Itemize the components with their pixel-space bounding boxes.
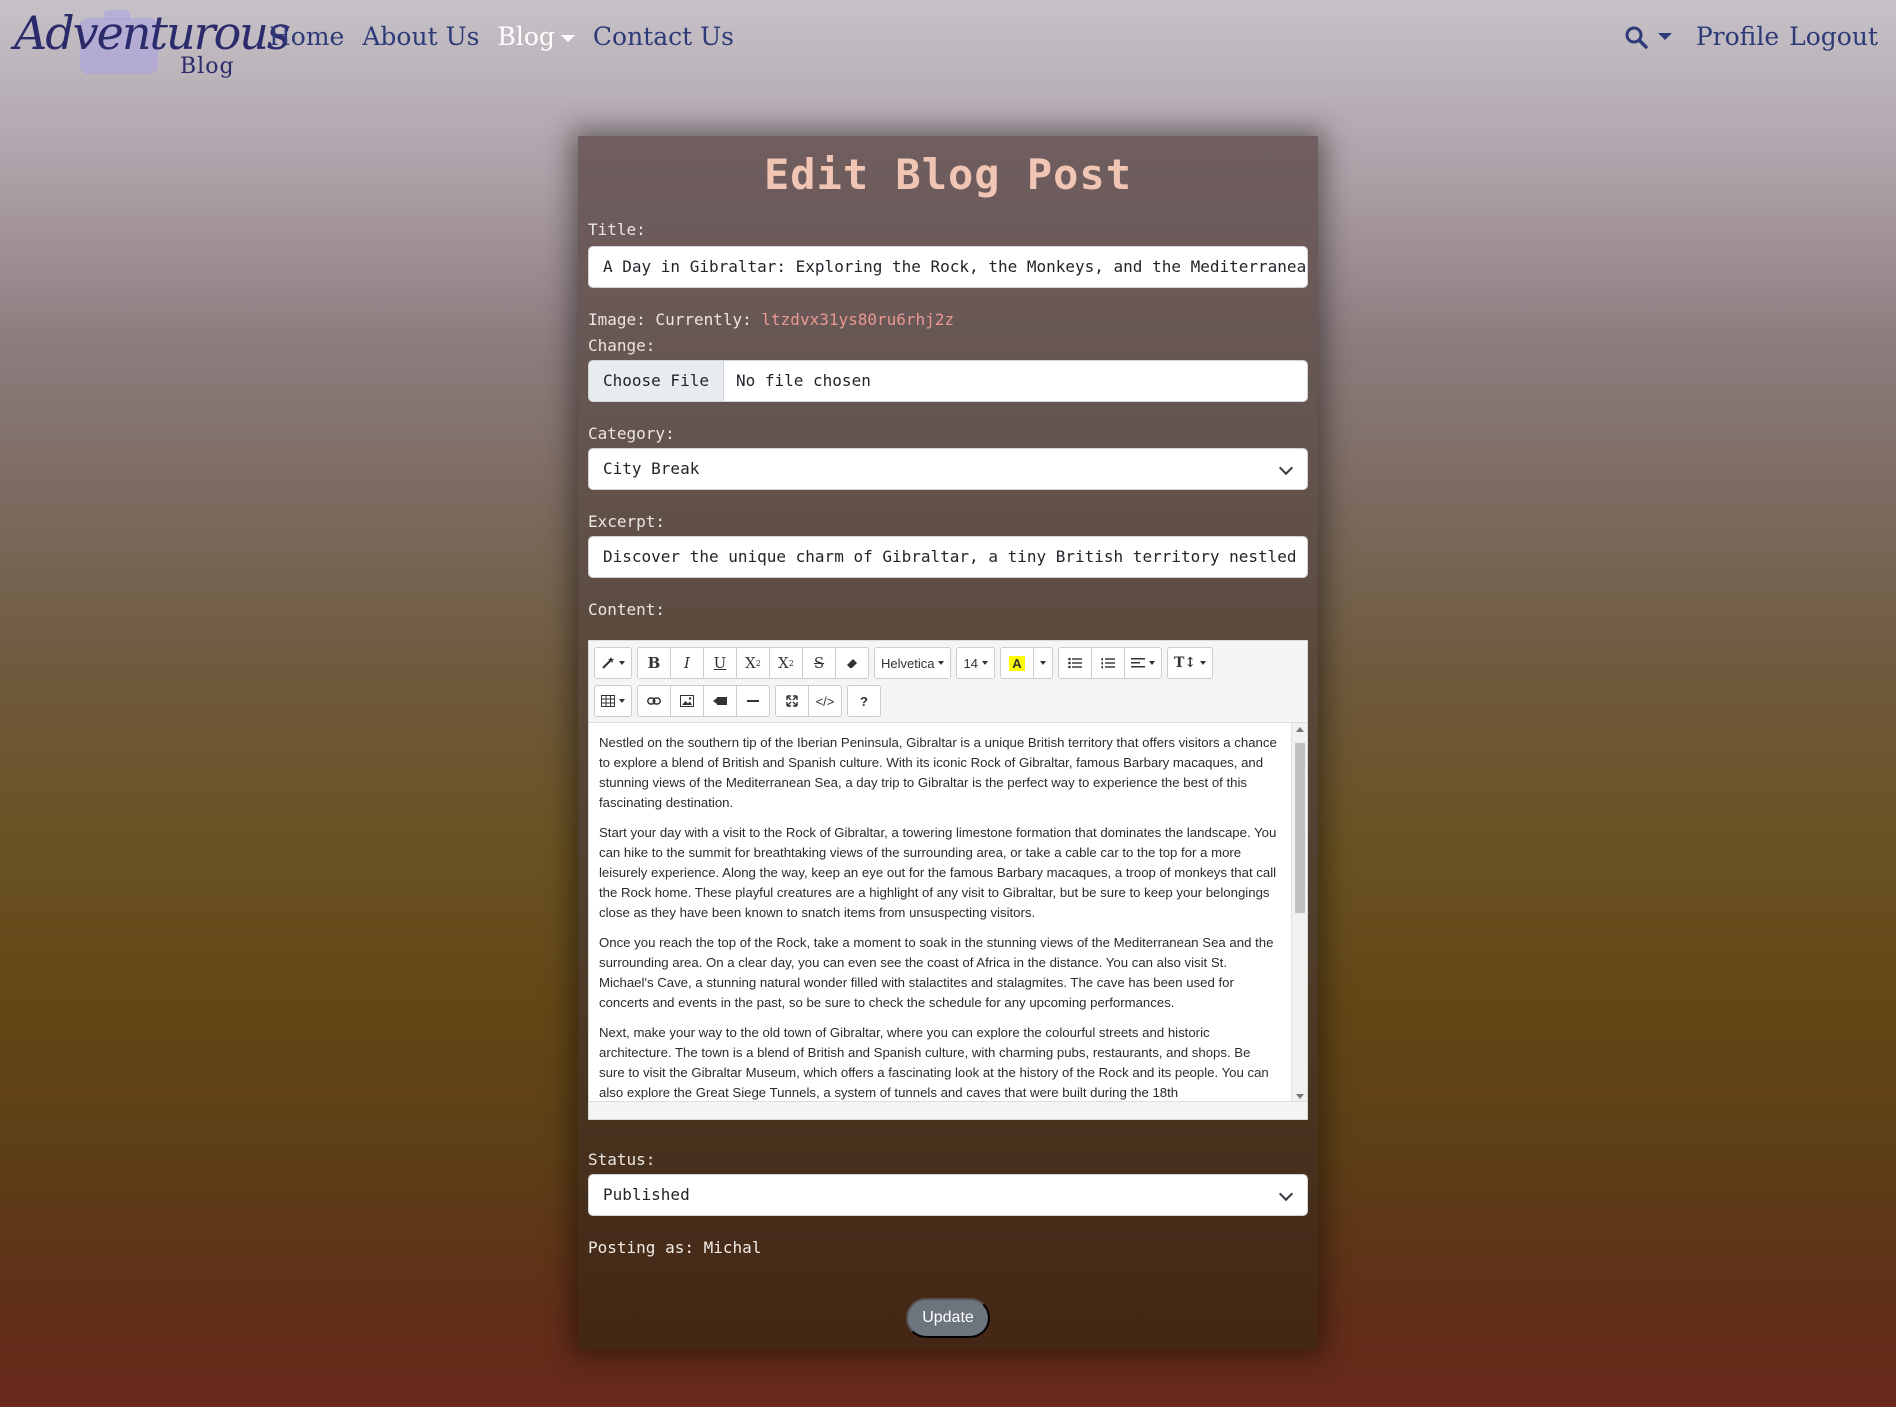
chevron-down-icon — [1278, 1186, 1294, 1202]
image-current-row: Image: Currently: ltzdvx31ys80ru6rhj2z — [588, 310, 954, 329]
nav-right: Profile Logout — [1624, 22, 1878, 51]
chevron-down-icon — [560, 35, 575, 42]
nav-blog-dropdown[interactable]: Blog — [488, 22, 583, 51]
editor-resize-handle[interactable] — [589, 1101, 1307, 1119]
brand-sub: Blog — [180, 54, 235, 79]
code-icon: </> — [815, 693, 835, 709]
video-button[interactable] — [703, 685, 737, 717]
excerpt-input[interactable]: Discover the unique charm of Gibraltar, … — [588, 536, 1308, 578]
nav-home[interactable]: Home — [260, 22, 353, 51]
video-icon — [713, 697, 727, 705]
nav-blog-label: Blog — [497, 22, 555, 51]
excerpt-label: Excerpt: — [588, 512, 666, 531]
text-height-icon: T↕ — [1173, 655, 1197, 671]
eraser-icon — [847, 659, 857, 668]
italic-button[interactable]: I — [670, 647, 704, 679]
scroll-up-icon[interactable] — [1296, 727, 1304, 732]
nav-contact[interactable]: Contact Us — [584, 22, 743, 51]
fullscreen-button[interactable] — [775, 685, 809, 717]
nav-logout[interactable]: Logout — [1779, 22, 1878, 51]
table-dropdown[interactable] — [594, 685, 632, 717]
line-height-dropdown[interactable]: T↕ — [1166, 647, 1214, 679]
editor-scrollbar[interactable] — [1291, 723, 1307, 1103]
page-title: Edit Blog Post — [763, 150, 1132, 199]
scroll-thumb[interactable] — [1295, 743, 1305, 913]
content-label: Content: — [588, 600, 666, 619]
minus-icon — [747, 700, 759, 702]
content-paragraph: Nestled on the southern tip of the Iberi… — [599, 735, 1277, 810]
expand-icon — [786, 695, 798, 707]
bullet-list-icon — [1068, 657, 1082, 669]
highlight-a-icon: A — [1009, 655, 1025, 671]
font-name-dropdown[interactable]: Helvetica — [874, 647, 952, 679]
category-label: Category: — [588, 424, 675, 443]
font-size-value: 14 — [963, 655, 978, 671]
paragraph-align-dropdown[interactable] — [1123, 647, 1162, 679]
change-label: Change: — [588, 336, 656, 355]
help-icon: ? — [860, 693, 868, 709]
help-button[interactable]: ? — [847, 685, 881, 717]
font-name-value: Helvetica — [881, 655, 935, 671]
search-dropdown[interactable] — [1624, 25, 1672, 49]
image-current-link[interactable]: ltzdvx31ys80ru6rhj2z — [761, 310, 954, 329]
chevron-down-icon — [1278, 460, 1294, 476]
horizontal-rule-button[interactable] — [736, 685, 770, 717]
category-value: City Break — [603, 459, 700, 478]
underline-button[interactable]: U — [703, 647, 737, 679]
nav-about[interactable]: About Us — [353, 22, 488, 51]
image-icon — [680, 695, 694, 707]
navbar: Adventurous Blog Home About Us Blog Cont… — [0, 0, 1896, 90]
code-view-button[interactable]: </> — [808, 685, 842, 717]
font-size-dropdown[interactable]: 14 — [956, 647, 995, 679]
color-dropdown-button[interactable] — [1032, 647, 1053, 679]
posting-as: Posting as: Michal — [588, 1238, 762, 1257]
align-left-icon — [1130, 658, 1145, 668]
rich-text-editor: B I U X2 X2 S Helvetica 14 A T↕ </> ? Ne… — [588, 640, 1308, 1120]
brand-name: Adventurous — [14, 6, 291, 60]
highlight-color-button[interactable]: A — [999, 647, 1034, 679]
title-input[interactable]: A Day in Gibraltar: Exploring the Rock, … — [588, 246, 1308, 288]
unordered-list-button[interactable] — [1057, 647, 1092, 679]
image-label: Image: Currently: — [588, 310, 752, 329]
magic-wand-icon — [602, 657, 614, 669]
brand-logo[interactable]: Adventurous Blog — [14, 4, 291, 80]
strikethrough-button[interactable]: S — [802, 647, 836, 679]
bold-button[interactable]: B — [637, 647, 671, 679]
link-button[interactable] — [637, 685, 671, 717]
status-label: Status: — [588, 1150, 656, 1169]
update-button[interactable]: Update — [906, 1298, 990, 1338]
content-paragraph: Next, make your way to the old town of G… — [599, 1025, 1269, 1100]
file-status: No file chosen — [735, 371, 871, 390]
subscript-button[interactable]: X2 — [769, 647, 803, 679]
table-icon — [601, 695, 615, 707]
status-select[interactable]: Published — [588, 1174, 1308, 1216]
chevron-down-icon — [1657, 33, 1672, 40]
content-paragraph: Start your day with a visit to the Rock … — [599, 825, 1277, 920]
editor-content[interactable]: Nestled on the southern tip of the Iberi… — [589, 723, 1289, 1103]
style-magic-button[interactable] — [594, 647, 632, 679]
scroll-down-icon[interactable] — [1296, 1094, 1304, 1099]
category-select[interactable]: City Break — [588, 448, 1308, 490]
content-paragraph: Once you reach the top of the Rock, take… — [599, 935, 1274, 1010]
link-icon — [647, 697, 661, 705]
title-label: Title: — [588, 220, 646, 239]
editor-toolbar: B I U X2 X2 S Helvetica 14 A T↕ </> ? — [589, 641, 1307, 723]
file-input[interactable]: Choose File No file chosen — [588, 360, 1308, 402]
status-value: Published — [603, 1185, 690, 1204]
numbered-list-icon — [1101, 658, 1115, 669]
nav-links: Home About Us Blog Contact Us — [260, 22, 743, 51]
choose-file-button[interactable]: Choose File — [589, 361, 724, 401]
picture-button[interactable] — [670, 685, 704, 717]
search-icon — [1625, 26, 1648, 49]
clear-format-button[interactable] — [835, 647, 869, 679]
edit-post-card: Edit Blog Post Title: A Day in Gibraltar… — [578, 136, 1318, 1350]
ordered-list-button[interactable] — [1090, 647, 1125, 679]
nav-profile[interactable]: Profile — [1686, 22, 1779, 51]
superscript-button[interactable]: X2 — [736, 647, 770, 679]
